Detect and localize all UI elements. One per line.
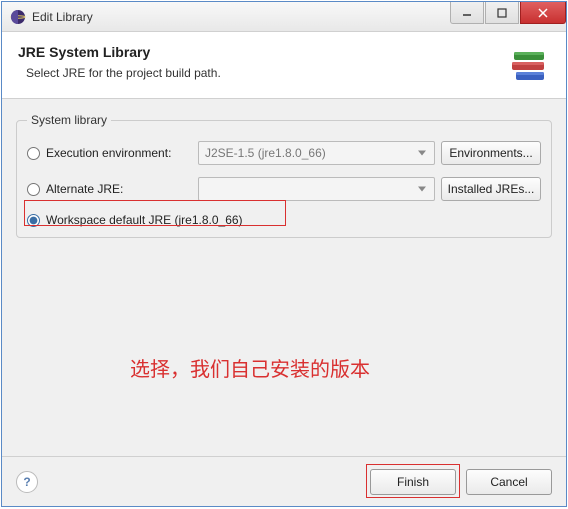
window-title: Edit Library: [32, 10, 449, 24]
maximize-button[interactable]: [485, 2, 519, 24]
dialog-header: JRE System Library Select JRE for the pr…: [2, 32, 566, 99]
combo-exec-env[interactable]: J2SE-1.5 (jre1.8.0_66): [198, 141, 435, 165]
row-workspace-default: Workspace default JRE (jre1.8.0_66): [27, 213, 541, 227]
library-icon: [506, 44, 550, 88]
label-exec-env[interactable]: Execution environment:: [46, 146, 192, 160]
installed-jres-button[interactable]: Installed JREs...: [441, 177, 541, 201]
radio-workspace-default[interactable]: [27, 214, 40, 227]
radio-exec-env[interactable]: [27, 147, 40, 160]
combo-alt-jre[interactable]: [198, 177, 435, 201]
eclipse-icon: [10, 9, 26, 25]
system-library-group: System library Execution environment: J2…: [16, 113, 552, 238]
label-alt-jre[interactable]: Alternate JRE:: [46, 182, 192, 196]
row-exec-env: Execution environment: J2SE-1.5 (jre1.8.…: [27, 141, 541, 165]
annotation-text: 选择，我们自己安装的版本: [130, 353, 370, 382]
close-button[interactable]: [520, 2, 566, 24]
cancel-button[interactable]: Cancel: [466, 469, 552, 495]
fieldset-legend: System library: [27, 113, 111, 127]
help-button[interactable]: ?: [16, 471, 38, 493]
header-subtitle: Select JRE for the project build path.: [18, 66, 506, 80]
dialog-footer: ? Finish Cancel: [2, 456, 566, 506]
minimize-button[interactable]: [450, 2, 484, 24]
header-title: JRE System Library: [18, 44, 506, 60]
radio-alt-jre[interactable]: [27, 183, 40, 196]
titlebar: Edit Library: [2, 2, 566, 32]
dialog-window: Edit Library JRE System Library Select J…: [1, 1, 567, 507]
label-workspace-default[interactable]: Workspace default JRE (jre1.8.0_66): [46, 213, 243, 227]
dialog-content: System library Execution environment: J2…: [2, 99, 566, 456]
header-text: JRE System Library Select JRE for the pr…: [18, 44, 506, 88]
window-controls: [449, 2, 566, 31]
combo-exec-env-value: J2SE-1.5 (jre1.8.0_66): [205, 146, 326, 160]
row-alt-jre: Alternate JRE: Installed JREs...: [27, 177, 541, 201]
environments-button[interactable]: Environments...: [441, 141, 541, 165]
finish-button[interactable]: Finish: [370, 469, 456, 495]
